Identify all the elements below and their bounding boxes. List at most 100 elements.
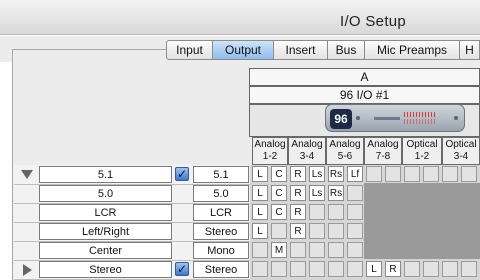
path-name[interactable]: Left/Right (39, 223, 172, 240)
grid-disabled-block (364, 183, 480, 259)
grid-cell[interactable] (252, 261, 268, 277)
grid-cell[interactable] (347, 185, 363, 201)
channel-assignment-cell[interactable]: C (271, 204, 287, 220)
channel-header: Analog 3-4 (288, 137, 326, 165)
grid-cell[interactable] (461, 261, 477, 277)
channel-header-top: Optical (406, 139, 438, 150)
grid-cell[interactable] (290, 242, 306, 258)
group-label: A (249, 68, 480, 86)
grid-cell[interactable] (328, 261, 344, 277)
grid-cell[interactable] (404, 261, 420, 277)
grid-cell[interactable] (347, 242, 363, 258)
grid-cell[interactable] (309, 223, 325, 239)
meter-icon (404, 112, 436, 117)
grid-cell[interactable] (347, 261, 363, 277)
grid-cell[interactable] (309, 261, 325, 277)
screw-icon (356, 116, 360, 120)
grid-cell[interactable] (423, 261, 439, 277)
channel-header-top: Optical (445, 139, 477, 150)
path-format[interactable]: LCR (193, 204, 249, 221)
channel-assignment-cell[interactable]: R (290, 185, 306, 201)
channel-assignment-cell[interactable]: R (290, 166, 306, 182)
channel-header-bottom: 1-2 (262, 151, 278, 162)
channel-header-top: Analog (254, 139, 286, 150)
window-title: I/O Setup (340, 13, 407, 30)
path-name[interactable]: LCR (39, 204, 172, 221)
grid-cell[interactable] (328, 204, 344, 220)
grid-cell[interactable] (404, 166, 420, 182)
path-active-checkbox[interactable]: ✓ (175, 262, 189, 276)
grid-cell[interactable] (271, 223, 287, 239)
grid-cell[interactable] (442, 166, 458, 182)
channel-assignment-cell[interactable]: Rs (328, 185, 344, 201)
channel-assignment-cell[interactable]: C (271, 166, 287, 182)
path-name[interactable]: Stereo (39, 261, 172, 278)
channel-header-bottom: 3-4 (453, 151, 469, 162)
channel-assignment-cell[interactable]: R (290, 204, 306, 220)
tab-mic-preamps[interactable]: Mic Preamps (365, 40, 460, 60)
channel-header-bottom: 3-4 (299, 151, 315, 162)
path-format[interactable]: 5.0 (193, 185, 249, 202)
grid-cell[interactable] (347, 223, 363, 239)
channel-assignment-cell[interactable]: L (252, 204, 268, 220)
grid-cell[interactable] (423, 166, 439, 182)
grid-cell[interactable] (385, 166, 401, 182)
path-name[interactable]: 5.0 (39, 185, 172, 202)
path-format[interactable]: Stereo (193, 261, 249, 278)
grid-cell[interactable] (271, 261, 287, 277)
device-badge: 96 (330, 109, 352, 129)
channel-assignment-cell[interactable]: Ls (309, 185, 325, 201)
channel-header: Analog 7-8 (364, 137, 402, 165)
channel-header: Optical 3-4 (442, 137, 480, 165)
channel-header-bottom: 1-2 (414, 151, 430, 162)
tab-h[interactable]: H (460, 40, 480, 60)
device-image: 96 (325, 104, 465, 132)
tab-input[interactable]: Input (166, 40, 213, 60)
title-bar[interactable]: I/O Setup (0, 0, 480, 35)
meter-icon (404, 119, 436, 124)
grid-cell[interactable] (309, 242, 325, 258)
path-format[interactable]: 5.1 (193, 166, 249, 183)
grid-cell[interactable] (366, 166, 382, 182)
path-name[interactable]: Center (39, 242, 172, 259)
grid-cell[interactable] (328, 223, 344, 239)
grid-cell[interactable] (309, 204, 325, 220)
channel-header-top: Analog (291, 139, 323, 150)
channel-header-bottom: 7-8 (375, 151, 391, 162)
channel-header-bottom: 5-6 (337, 151, 353, 162)
grid-cell[interactable] (347, 204, 363, 220)
collapse-triangle-icon[interactable] (23, 264, 32, 276)
tab-bus[interactable]: Bus (328, 40, 365, 60)
tab-bar: Input Output Insert Bus Mic Preamps H (166, 40, 480, 60)
io-setup-window: I/O Setup Input Output Insert Bus Mic Pr… (0, 0, 480, 280)
grid-cell[interactable] (461, 166, 477, 182)
channel-header-top: Analog (329, 139, 361, 150)
channel-assignment-cell[interactable]: M (271, 242, 287, 258)
grid-cell[interactable] (442, 261, 458, 277)
path-active-checkbox[interactable]: ✓ (175, 167, 189, 181)
channel-assignment-cell[interactable]: R (290, 223, 306, 239)
channel-assignment-cell[interactable]: Lf (347, 166, 363, 182)
channel-assignment-cell[interactable]: L (252, 223, 268, 239)
channel-assignment-cell[interactable]: R (385, 261, 401, 277)
tab-output[interactable]: Output (213, 40, 274, 60)
path-format[interactable]: Mono (193, 242, 249, 259)
path-name[interactable]: 5.1 (39, 166, 172, 183)
tab-insert[interactable]: Insert (274, 40, 328, 60)
logo-strip (374, 117, 400, 120)
path-format[interactable]: Stereo (193, 223, 249, 240)
channel-header: Analog 5-6 (326, 137, 364, 165)
channel-assignment-cell[interactable]: L (366, 261, 382, 277)
device-label: 96 I/O #1 (249, 86, 480, 104)
channel-header-top: Analog (367, 139, 399, 150)
channel-assignment-cell[interactable]: Ls (309, 166, 325, 182)
channel-assignment-cell[interactable]: Rs (328, 166, 344, 182)
grid-cell[interactable] (290, 261, 306, 277)
channel-assignment-cell[interactable]: C (271, 185, 287, 201)
grid-cell[interactable] (328, 242, 344, 258)
channel-header: Analog 1-2 (252, 137, 288, 165)
channel-assignment-cell[interactable]: L (252, 166, 268, 182)
grid-cell[interactable] (252, 242, 268, 258)
expand-triangle-icon[interactable] (21, 170, 33, 179)
channel-assignment-cell[interactable]: L (252, 185, 268, 201)
